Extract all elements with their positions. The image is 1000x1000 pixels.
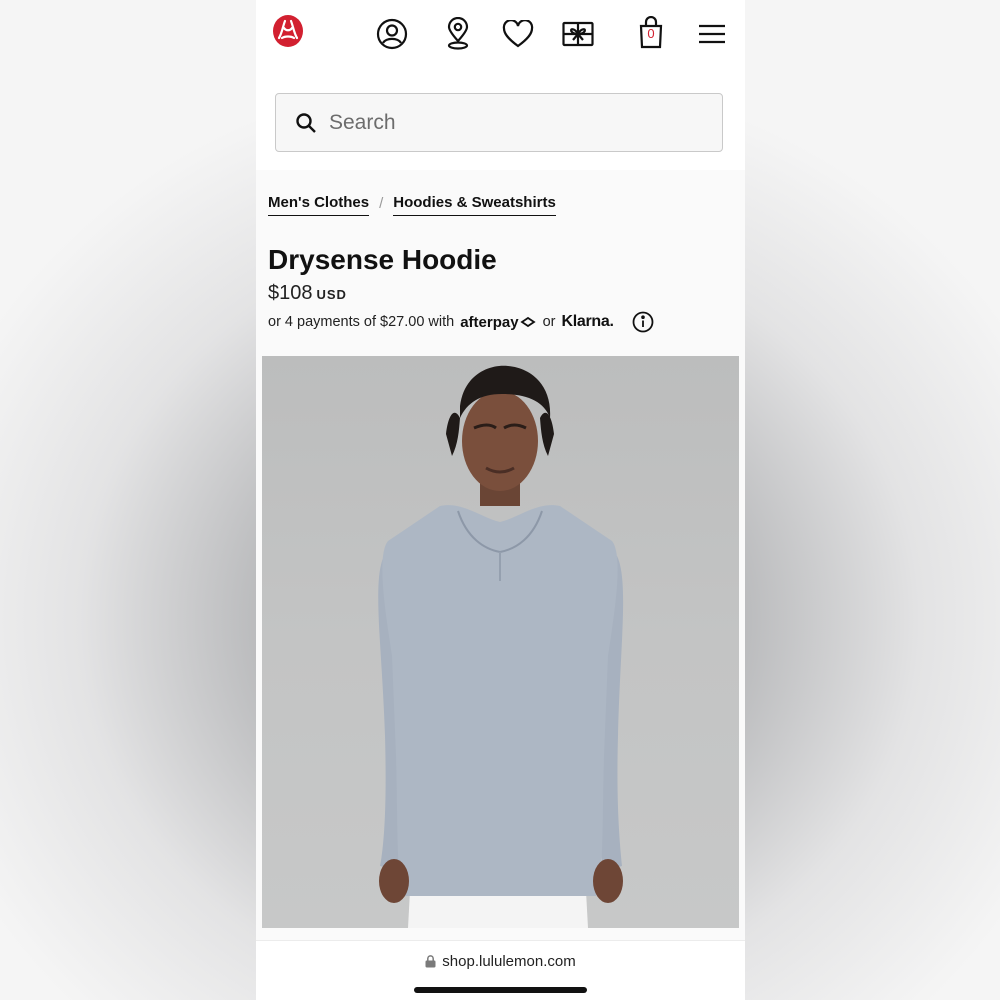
price-currency: USD <box>316 287 347 302</box>
installment-info: or 4 payments of $27.00 with afterpay or… <box>268 311 654 333</box>
breadcrumb: Men's Clothes / Hoodies & Sweatshirts <box>268 194 556 216</box>
url-text: shop.lululemon.com <box>442 953 576 970</box>
search-bar[interactable] <box>275 93 723 152</box>
mobile-page: 0 Men's Clothes / Hoodies & Sweatshirts … <box>256 0 745 1000</box>
breadcrumb-separator: / <box>379 194 384 212</box>
site-header: 0 <box>256 0 745 170</box>
store-locator-icon[interactable] <box>445 16 471 52</box>
menu-icon[interactable] <box>698 16 726 52</box>
browser-address-bar: shop.lululemon.com <box>256 940 745 1000</box>
info-icon[interactable] <box>632 311 654 333</box>
product-title: Drysense Hoodie <box>268 244 497 275</box>
gift-card-icon[interactable] <box>562 16 594 52</box>
klarna-logo[interactable]: Klarna. <box>561 313 613 331</box>
wishlist-heart-icon[interactable] <box>502 16 534 52</box>
account-icon[interactable] <box>376 16 408 52</box>
afterpay-label: afterpay <box>460 313 519 331</box>
search-input[interactable] <box>327 109 691 136</box>
breadcrumb-hoodies-sweatshirts[interactable]: Hoodies & Sweatshirts <box>393 194 556 216</box>
url-field[interactable]: shop.lululemon.com <box>256 953 745 970</box>
product-price: $108 USD <box>268 282 347 305</box>
bag-count: 0 <box>647 26 655 41</box>
price-amount: $108 <box>268 282 313 304</box>
lululemon-logo[interactable] <box>272 14 304 48</box>
installment-text: or 4 payments of $27.00 with <box>268 314 455 330</box>
model-photo <box>378 365 624 928</box>
product-image[interactable] <box>262 356 739 928</box>
home-indicator[interactable] <box>414 987 587 993</box>
lock-icon <box>425 955 436 968</box>
product-section: Men's Clothes / Hoodies & Sweatshirts Dr… <box>256 170 745 940</box>
installment-or: or <box>542 314 556 330</box>
afterpay-arrows-icon <box>519 316 536 327</box>
shopping-bag-icon[interactable]: 0 <box>638 14 664 52</box>
breadcrumb-mens-clothes[interactable]: Men's Clothes <box>268 194 370 216</box>
afterpay-logo[interactable]: afterpay <box>460 314 536 331</box>
search-icon <box>296 112 316 133</box>
